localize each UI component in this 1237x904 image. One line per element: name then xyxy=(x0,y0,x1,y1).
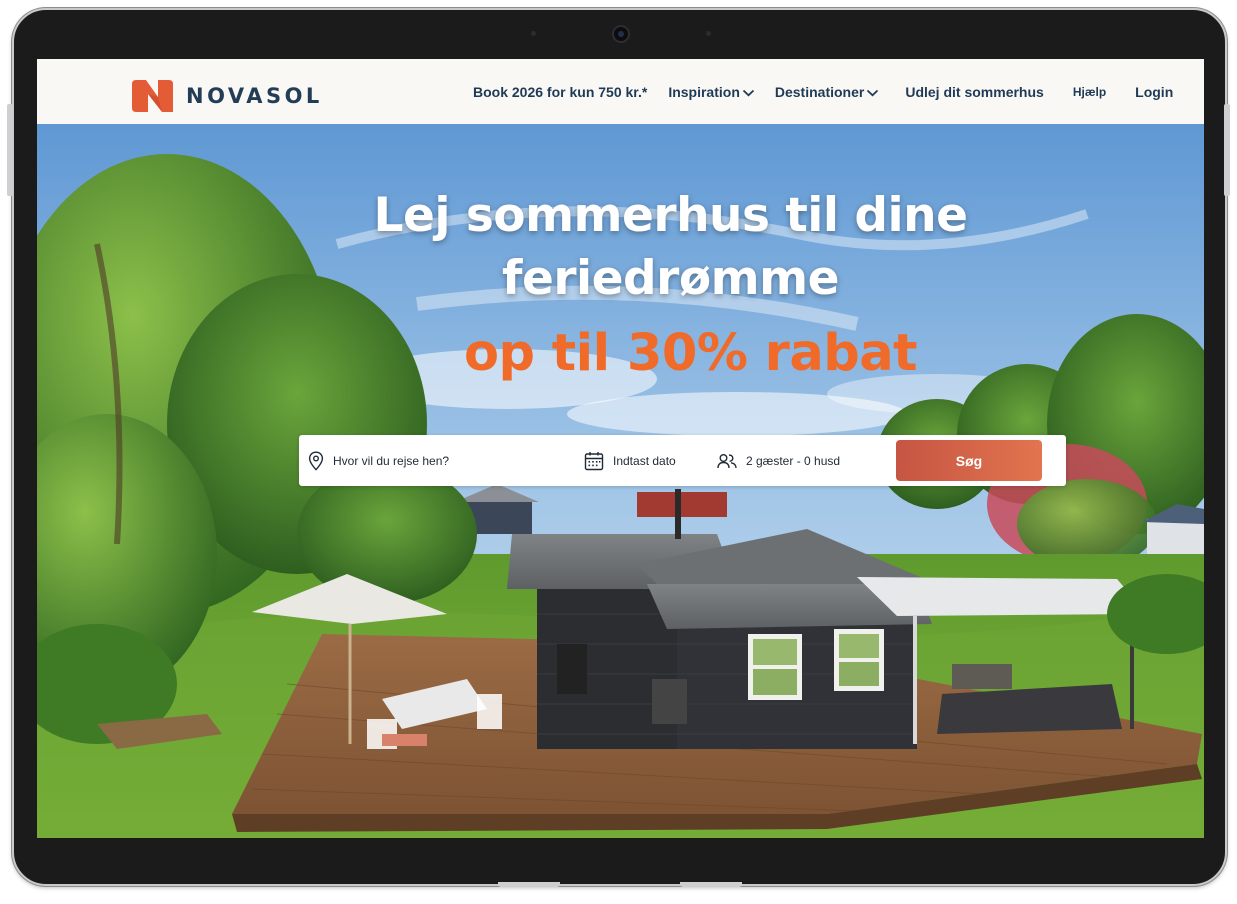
nav-link-inspiration[interactable]: Inspiration xyxy=(668,84,755,100)
map-pin-icon xyxy=(308,450,324,471)
destination-placeholder: Hvor vil du rejse hen? xyxy=(333,453,450,468)
nav-link-book-2026[interactable]: Book 2026 for kun 750 kr.* xyxy=(473,84,647,100)
destination-field[interactable]: Hvor vil du rejse hen? xyxy=(308,435,568,486)
guests-value: 2 gæster - 0 husd xyxy=(746,453,841,468)
nav-link-label: Hjælp xyxy=(1072,84,1107,99)
chevron-down-icon xyxy=(867,89,879,97)
nav-link-label: Destinationer xyxy=(774,83,865,100)
hero-headline-line2: feriedrømme xyxy=(502,251,839,306)
guests-field[interactable]: 2 gæster - 0 husd xyxy=(717,435,887,486)
tablet-bottom-tab xyxy=(680,882,742,887)
top-navigation-bar: NOVASOL Book 2026 for kun 750 kr.* Inspi… xyxy=(37,59,1204,124)
sensor-dot xyxy=(706,31,711,36)
brand-name: NOVASOL xyxy=(186,84,323,108)
nav-link-label: Inspiration xyxy=(668,83,740,100)
tablet-bottom-tab xyxy=(498,882,560,887)
nav-link-label: Udlej dit sommerhus xyxy=(905,83,1044,100)
hero-headline-line1: Lej sommerhus til dine xyxy=(373,188,968,243)
nav-link-destinationer[interactable]: Destinationer xyxy=(775,84,879,100)
chevron-down-icon xyxy=(742,89,754,97)
date-field[interactable]: Indtast dato xyxy=(584,435,684,486)
hero-headline: Lej sommerhus til dine feriedrømme xyxy=(37,184,1204,310)
hero-section: Lej sommerhus til dine feriedrømme op ti… xyxy=(37,124,1204,838)
camera-icon xyxy=(612,25,630,43)
date-placeholder: Indtast dato xyxy=(613,453,676,468)
novasol-logo[interactable]: NOVASOL xyxy=(132,80,323,112)
nav-link-udlej-sommerhus[interactable]: Udlej dit sommerhus xyxy=(905,84,1043,100)
nav-link-login[interactable]: Login xyxy=(1135,84,1173,100)
browser-screen: NOVASOL Book 2026 for kun 750 kr.* Inspi… xyxy=(37,59,1204,838)
hero-discount-text: op til 30% rabat xyxy=(463,324,918,383)
novasol-n-logo-icon xyxy=(132,80,173,112)
calendar-icon xyxy=(584,451,604,470)
nav-link-hjaelp[interactable]: Hjælp xyxy=(1073,85,1106,99)
search-button-label: Søg xyxy=(955,452,983,469)
users-icon xyxy=(717,453,737,468)
nav-link-label: Login xyxy=(1135,83,1174,100)
tablet-side-button-right xyxy=(1224,104,1230,196)
search-bar: Hvor vil du rejse hen? Indtast dato 2 gæ… xyxy=(299,435,1066,486)
main-navigation: Book 2026 for kun 750 kr.* Inspiration D… xyxy=(473,59,1173,124)
search-button[interactable]: Søg xyxy=(896,440,1042,481)
nav-link-label: Book 2026 for kun 750 kr.* xyxy=(473,83,648,100)
sensor-dot xyxy=(531,31,536,36)
tablet-side-button-left xyxy=(7,104,13,196)
